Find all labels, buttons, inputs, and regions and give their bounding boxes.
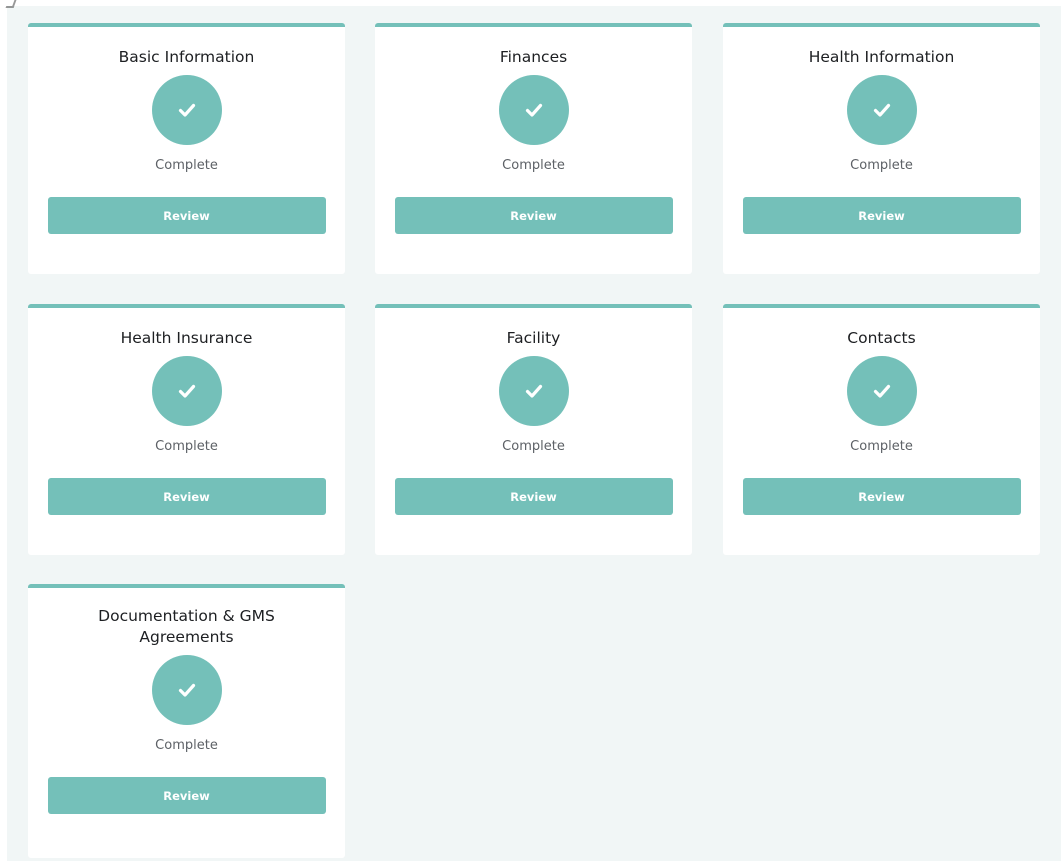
check-icon [846,356,917,426]
status-label: Complete [155,439,218,454]
check-icon [151,75,222,145]
card-title: Facility [506,329,561,347]
section-card-health-information: Health Information Complete Review [723,23,1040,274]
review-button[interactable]: Review [47,197,326,234]
review-button[interactable]: Review [394,478,673,515]
card-title: Basic Information [118,48,255,66]
section-card-basic-information: Basic Information Complete Review [28,23,345,274]
section-card-health-insurance: Health Insurance Complete Review [28,304,345,555]
section-card-finances: Finances Complete Review [375,23,692,274]
review-button[interactable]: Review [394,197,673,234]
check-icon [151,655,222,725]
check-icon [498,75,569,145]
card-title: Finances [499,48,568,66]
status-label: Complete [155,158,218,173]
status-label: Complete [155,738,218,753]
status-label: Complete [502,158,565,173]
check-icon [846,75,917,145]
section-card-contacts: Contacts Complete Review [723,304,1040,555]
card-title: Health Information [808,48,955,66]
section-card-facility: Facility Complete Review [375,304,692,555]
review-button[interactable]: Review [47,478,326,515]
status-label: Complete [850,439,913,454]
corner-fragment [5,0,17,8]
status-label: Complete [502,439,565,454]
status-label: Complete [850,158,913,173]
check-icon [498,356,569,426]
section-card-documentation-gms-agreements: Documentation & GMS Agreements Complete … [28,584,345,858]
card-title: Documentation & GMS Agreements [98,607,275,646]
card-title: Health Insurance [120,329,253,347]
card-title: Contacts [847,329,916,347]
review-button[interactable]: Review [742,197,1021,234]
review-button[interactable]: Review [742,478,1021,515]
sections-grid: Basic Information Complete Review Financ… [5,0,1061,861]
review-button[interactable]: Review [47,777,326,814]
check-icon [151,356,222,426]
